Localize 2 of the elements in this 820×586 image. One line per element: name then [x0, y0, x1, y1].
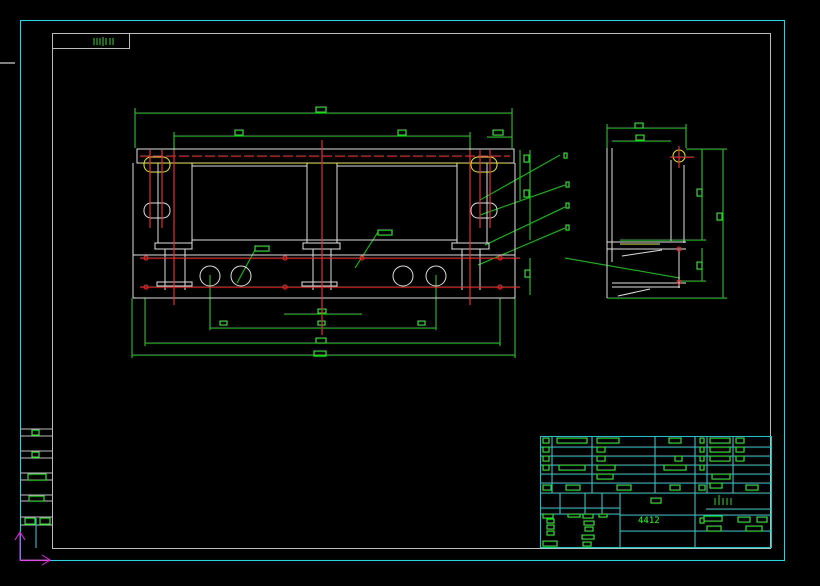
drawing-number: 4412	[638, 516, 660, 526]
ucs-axis-icon	[14, 531, 51, 566]
